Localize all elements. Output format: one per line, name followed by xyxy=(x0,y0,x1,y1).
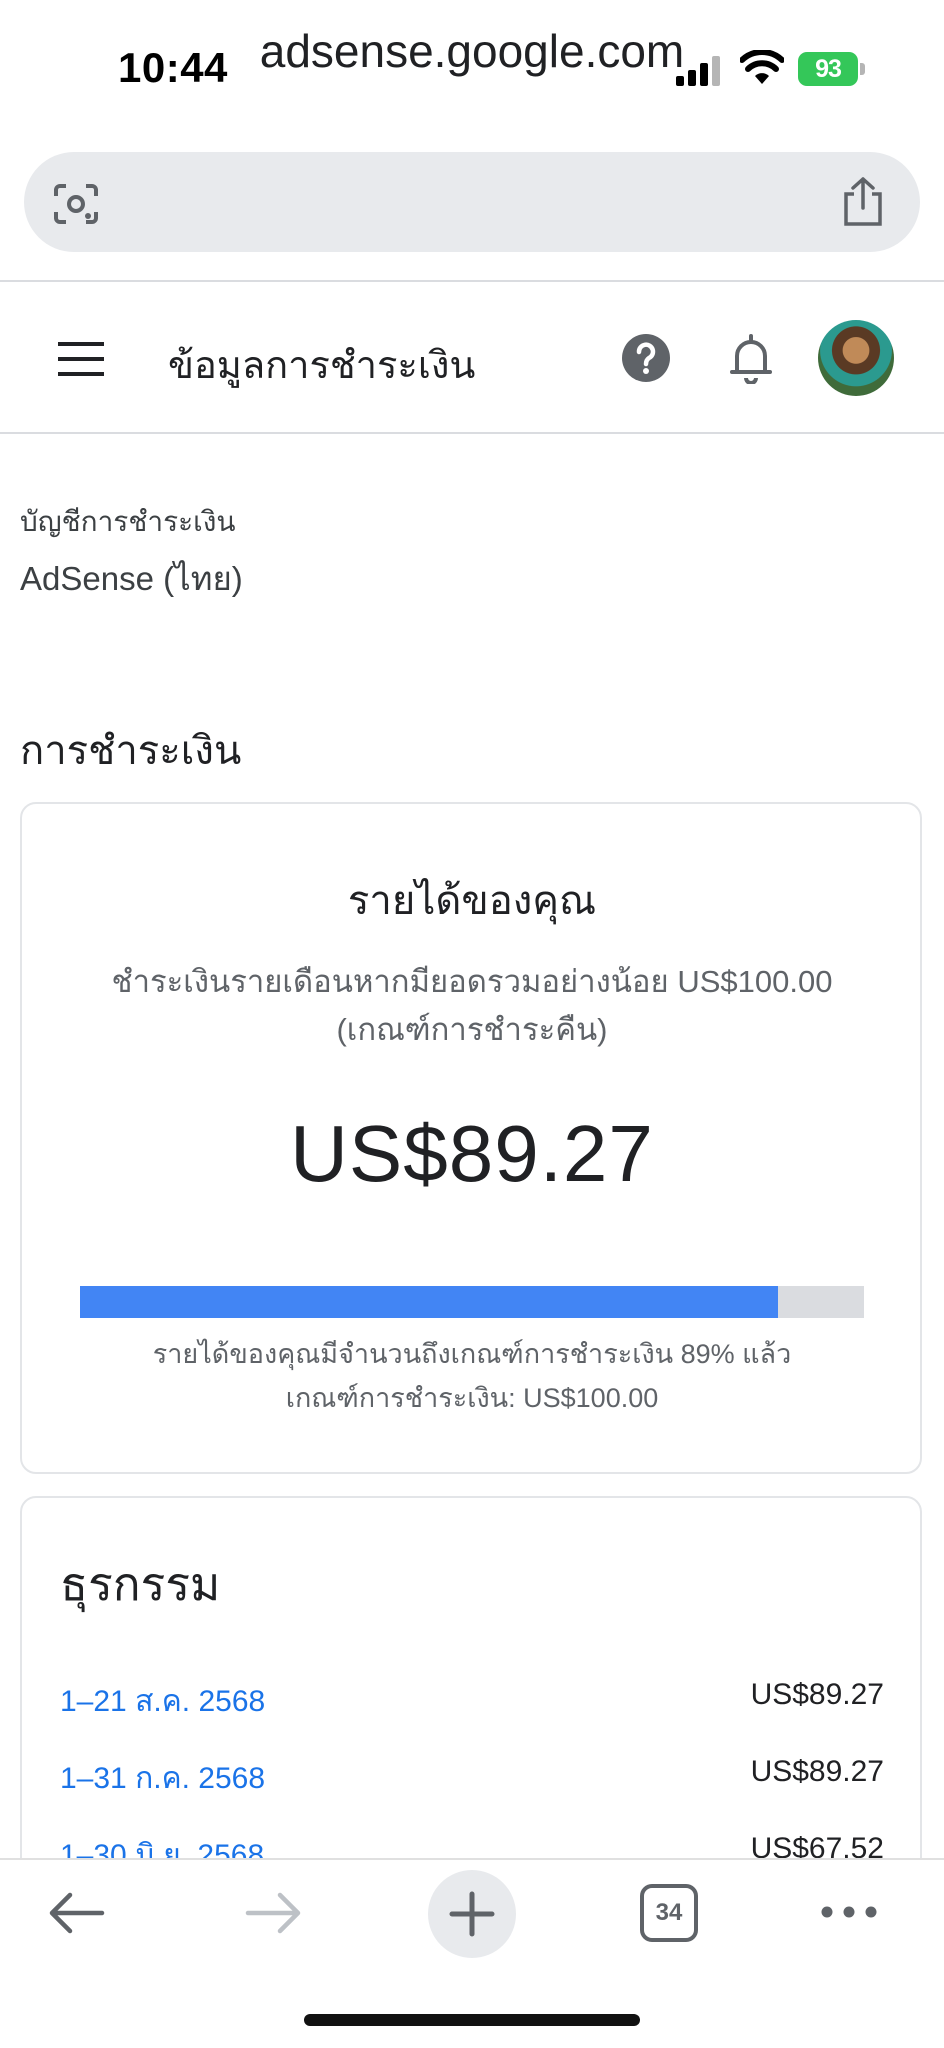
payment-threshold-progress-bar xyxy=(80,1286,864,1318)
transaction-period-link[interactable]: 1–31 ก.ค. 2568 xyxy=(60,1755,265,1799)
lens-icon[interactable] xyxy=(52,182,100,226)
payment-account-name: AdSense (ไทย) xyxy=(20,560,243,597)
earnings-description-line1: ชำระเงินรายเดือนหากมียอดรวมอย่างน้อย US$… xyxy=(111,964,833,999)
progress-caption: รายได้ของคุณมีจำนวนถึงเกณฑ์การชำระเงิน 8… xyxy=(80,1332,864,1420)
table-row: 1–21 ส.ค. 2568 US$89.27 xyxy=(60,1678,884,1722)
help-icon[interactable] xyxy=(622,334,670,382)
progress-caption-line1: รายได้ของคุณมีจำนวนถึงเกณฑ์การชำระเงิน 8… xyxy=(152,1339,792,1369)
table-row: 1–31 ก.ค. 2568 US$89.27 xyxy=(60,1755,884,1799)
transaction-amount: US$89.27 xyxy=(750,1755,884,1788)
progress-fill xyxy=(80,1286,778,1318)
progress-caption-line2: เกณฑ์การชำระเงิน: US$100.00 xyxy=(285,1383,659,1413)
url-bar[interactable] xyxy=(24,152,920,252)
menu-icon[interactable] xyxy=(58,342,104,376)
bell-icon[interactable] xyxy=(728,332,774,384)
divider xyxy=(0,432,944,434)
earnings-amount: US$89.27 xyxy=(290,1109,654,1198)
payments-section-title: การชำระเงิน xyxy=(20,729,242,773)
divider xyxy=(0,280,944,282)
earnings-description-line2: (เกณฑ์การชำระคืน) xyxy=(336,1012,608,1047)
share-icon[interactable] xyxy=(840,176,886,228)
new-tab-button[interactable] xyxy=(428,1870,516,1958)
avatar[interactable] xyxy=(818,320,894,396)
back-icon[interactable] xyxy=(46,1890,106,1936)
transaction-period-link[interactable]: 1–21 ส.ค. 2568 xyxy=(60,1678,265,1722)
transaction-amount: US$89.27 xyxy=(750,1678,884,1711)
url-text[interactable]: adsense.google.com xyxy=(0,24,944,78)
transactions-title: ธุรกรรม xyxy=(60,1558,221,1610)
earnings-description: ชำระเงินรายเดือนหากมียอดรวมอย่างน้อย US$… xyxy=(80,958,864,1054)
forward-icon[interactable] xyxy=(244,1890,304,1936)
tabs-button[interactable]: 34 xyxy=(640,1884,698,1942)
more-icon[interactable] xyxy=(820,1902,878,1922)
new-tab-icon xyxy=(449,1891,495,1937)
earnings-title: รายได้ของคุณ xyxy=(347,879,597,923)
page-title: ข้อมูลการชำระเงิน xyxy=(168,345,476,387)
payment-account-label: บัญชีการชำระเงิน xyxy=(20,506,236,537)
home-indicator xyxy=(304,2014,640,2026)
